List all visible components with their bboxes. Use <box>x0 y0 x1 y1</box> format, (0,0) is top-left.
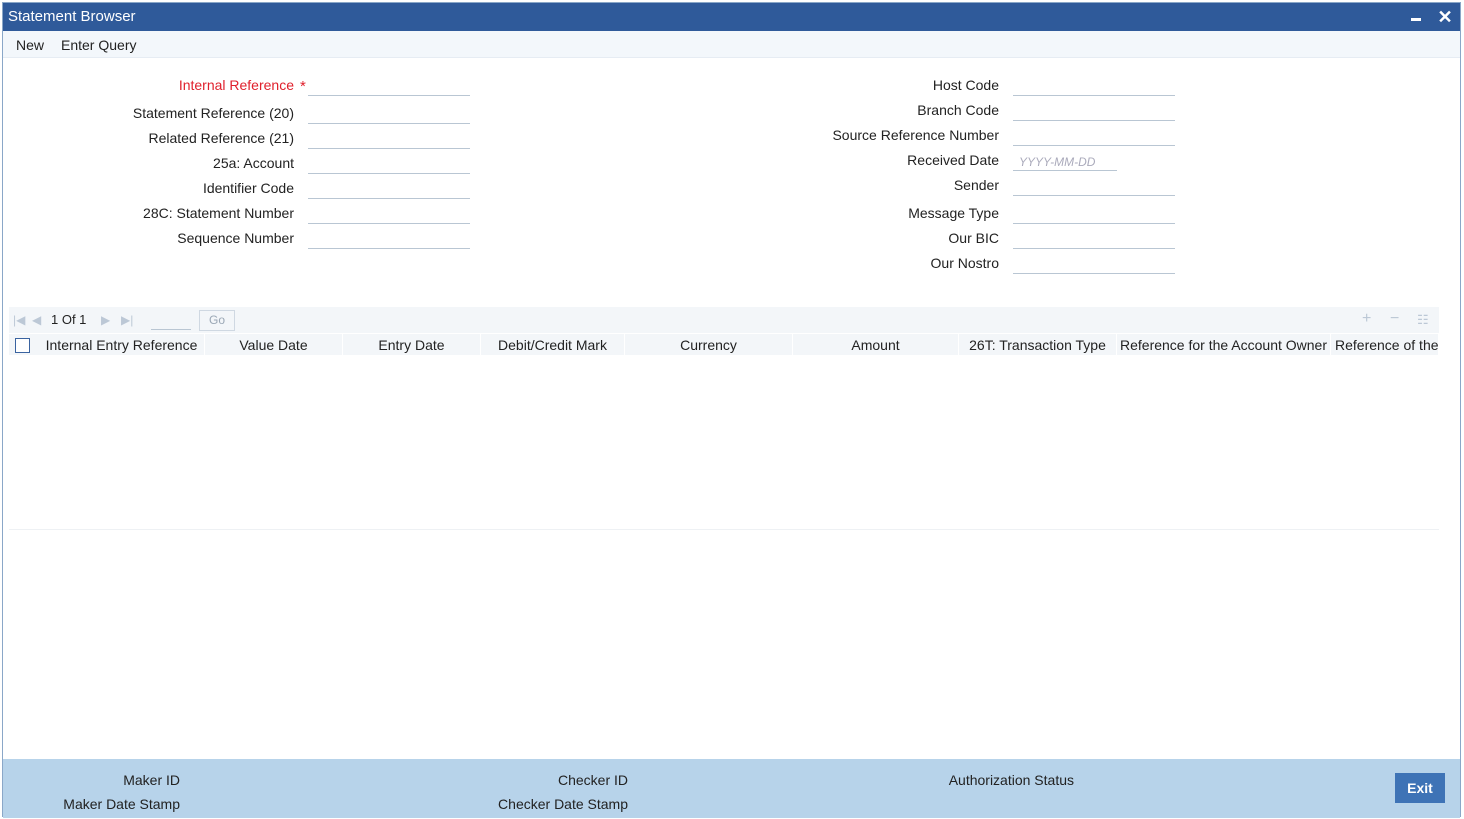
first-page-icon[interactable]: |◀ <box>13 313 25 327</box>
checker-id-label: Checker ID <box>557 772 628 788</box>
exit-button[interactable]: Exit <box>1395 773 1445 803</box>
checker-date-stamp-label: Checker Date Stamp <box>498 796 628 812</box>
grid-header: Internal Entry Reference Value Date Entr… <box>9 333 1439 356</box>
account-label: 25a: Account <box>213 155 294 171</box>
maker-date-stamp-label: Maker Date Stamp <box>63 796 180 812</box>
last-page-icon[interactable]: ▶| <box>121 313 133 327</box>
window-title: Statement Browser <box>8 8 136 25</box>
column-header-amount[interactable]: Amount <box>793 334 959 356</box>
audit-footer: Maker ID Maker Date Stamp Checker ID Che… <box>3 759 1460 818</box>
branch-code-input[interactable] <box>1013 103 1175 121</box>
related-reference-label: Related Reference (21) <box>148 130 294 146</box>
statement-number-label: 28C: Statement Number <box>143 205 294 221</box>
identifier-code-input[interactable] <box>308 181 470 199</box>
previous-page-icon[interactable]: ◀ <box>32 313 41 327</box>
statement-reference-label: Statement Reference (20) <box>132 105 294 121</box>
new-button[interactable]: New <box>16 37 44 53</box>
statement-number-input[interactable] <box>308 206 470 224</box>
received-date-input[interactable] <box>1013 153 1117 171</box>
column-header-value-date[interactable]: Value Date <box>205 334 343 356</box>
host-code-label: Host Code <box>932 77 999 93</box>
column-header-transaction-type[interactable]: 26T: Transaction Type <box>959 334 1117 356</box>
close-icon[interactable]: ✕ <box>1435 7 1455 27</box>
host-code-input[interactable] <box>1013 78 1175 96</box>
account-input[interactable] <box>308 156 470 174</box>
internal-reference-label: Internal Reference <box>178 77 294 93</box>
identifier-code-label: Identifier Code <box>202 180 294 196</box>
our-nostro-input[interactable] <box>1013 256 1175 274</box>
add-row-icon[interactable]: + <box>1362 310 1371 328</box>
entries-grid: |◀ ◀ 1 Of 1 ▶ ▶| Go + − ☷ Internal Entry… <box>9 307 1439 530</box>
sequence-number-label: Sequence Number <box>177 230 294 246</box>
remove-row-icon[interactable]: − <box>1390 310 1399 328</box>
our-nostro-label: Our Nostro <box>930 255 999 271</box>
source-reference-number-label: Source Reference Number <box>832 127 999 143</box>
branch-code-label: Branch Code <box>917 102 999 118</box>
column-header-debit-credit-mark[interactable]: Debit/Credit Mark <box>481 334 625 356</box>
page-indicator: 1 Of 1 <box>51 312 87 327</box>
our-bic-label: Our BIC <box>948 230 999 246</box>
column-header-currency[interactable]: Currency <box>625 334 793 356</box>
received-date-label: Received Date <box>907 152 999 168</box>
maker-id-label: Maker ID <box>123 772 180 788</box>
sequence-number-input[interactable] <box>308 231 470 249</box>
related-reference-input[interactable] <box>308 131 470 149</box>
next-page-icon[interactable]: ▶ <box>101 313 110 327</box>
statement-browser-window: Statement Browser ✕ New Enter Query Inte… <box>2 2 1461 818</box>
authorization-status-label: Authorization Status <box>948 772 1074 788</box>
message-type-input[interactable] <box>1013 206 1175 224</box>
message-type-label: Message Type <box>908 205 999 221</box>
title-bar: Statement Browser ✕ <box>3 3 1460 31</box>
column-header-entry-date[interactable]: Entry Date <box>343 334 481 356</box>
minimize-icon[interactable] <box>1406 7 1426 27</box>
select-all-checkbox[interactable] <box>15 338 30 353</box>
page-number-input[interactable] <box>151 310 191 330</box>
sender-label: Sender <box>953 177 999 193</box>
sender-input[interactable] <box>1013 178 1175 196</box>
column-settings-icon[interactable]: ☷ <box>1417 312 1429 328</box>
internal-reference-input[interactable] <box>308 78 470 96</box>
column-header-reference-account-owner[interactable]: Reference for the Account Owner <box>1117 334 1331 356</box>
our-bic-input[interactable] <box>1013 231 1175 249</box>
toolbar: New Enter Query <box>3 31 1460 58</box>
source-reference-number-input[interactable] <box>1013 128 1175 146</box>
column-header-reference-of-the-account[interactable]: Reference of the A <box>1331 334 1439 356</box>
enter-query-button[interactable]: Enter Query <box>61 37 136 53</box>
column-header-internal-entry-reference[interactable]: Internal Entry Reference <box>39 334 205 356</box>
pager-bar: |◀ ◀ 1 Of 1 ▶ ▶| Go + − ☷ <box>9 307 1439 333</box>
required-marker: * <box>300 78 306 95</box>
statement-reference-input[interactable] <box>308 106 470 124</box>
go-button[interactable]: Go <box>199 310 235 331</box>
